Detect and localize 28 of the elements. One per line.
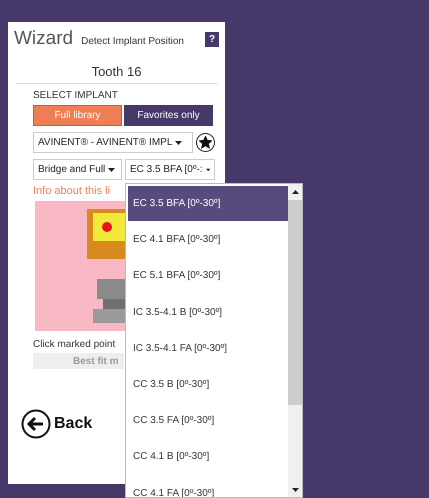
scrollbar-thumb[interactable] xyxy=(288,200,302,405)
dropdown-option[interactable]: CC 3.5 FA [0º-30º] xyxy=(128,403,288,438)
wizard-title: Wizard xyxy=(14,28,74,50)
dropdown-option[interactable]: IC 3.5-4.1 B [0º-30º] xyxy=(128,294,288,330)
dropdown-option[interactable]: CC 3.5 B [0º-30º] xyxy=(128,366,288,402)
type-select[interactable]: Bridge and Full xyxy=(33,159,122,180)
section-label: SELECT IMPLANT xyxy=(33,90,119,101)
dropdown-option[interactable]: EC 4.1 BFA [0º-30º] xyxy=(128,222,288,258)
dropdown-option[interactable]: EC 3.5 BFA [0º-30º] xyxy=(128,186,288,221)
dropdown-option[interactable]: CC 4.1 B [0º-30º] xyxy=(128,439,288,474)
star-icon xyxy=(199,136,212,149)
help-button[interactable]: ? xyxy=(205,32,219,46)
wizard-subtitle: Detect Implant Position xyxy=(81,35,185,47)
scrollbar[interactable] xyxy=(288,184,302,497)
scroll-up-icon xyxy=(292,190,298,194)
library-tab[interactable]: Favorites only xyxy=(124,105,213,126)
caret-icon xyxy=(108,168,116,172)
instruction-text: Click marked point xyxy=(33,339,116,350)
favorite-button[interactable] xyxy=(196,133,215,152)
tooth-label: Tooth 16 xyxy=(16,64,217,84)
caret-icon xyxy=(206,168,210,172)
model-select[interactable]: EC 3.5 BFA [0º-: xyxy=(125,159,215,180)
dropdown-option[interactable]: IC 3.5-4.1 FA [0º-30º] xyxy=(128,330,288,366)
scroll-down-icon xyxy=(292,488,298,492)
caret-icon xyxy=(175,140,182,144)
back-button[interactable]: Back xyxy=(21,409,92,439)
manufacturer-select[interactable]: AVINENT® - AVINENT® IMPL xyxy=(33,132,194,153)
dropdown-option[interactable]: EC 5.1 BFA [0º-30º] xyxy=(128,258,288,294)
